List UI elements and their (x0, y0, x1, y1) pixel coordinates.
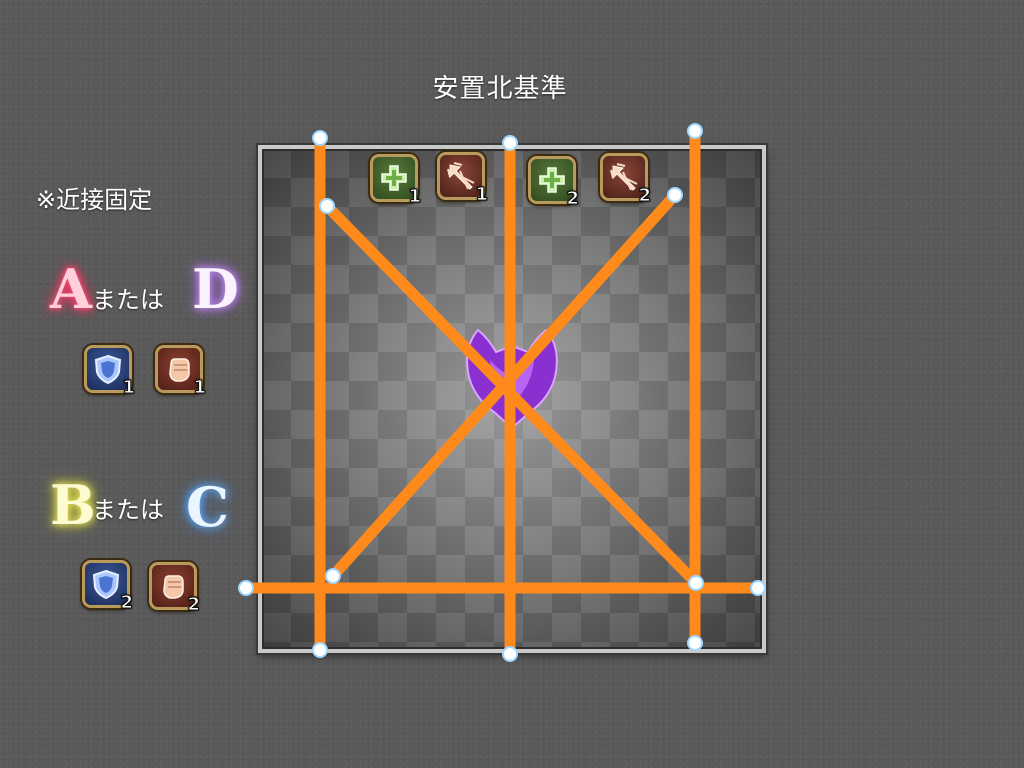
waymark-c-icon: C (186, 475, 229, 539)
line-handle[interactable] (687, 123, 703, 139)
tank-2-icon: 2 (82, 560, 133, 614)
ranged-2-icon: 2 (600, 153, 651, 207)
melee-fixed-note: ※近接固定 (36, 186, 153, 214)
healer-1-icon: 1 (370, 154, 421, 208)
healer-2-icon: 2 (528, 156, 579, 210)
arena-floor (258, 145, 766, 653)
melee-1-icon: 1 (155, 345, 206, 399)
ranged-1-icon: 1 (437, 152, 488, 206)
or-label-bc: または (92, 496, 164, 524)
waymark-a-icon: A (50, 257, 92, 321)
waymark-d-icon: D (192, 257, 239, 321)
or-label-ad: または (92, 286, 164, 314)
line-handle[interactable] (238, 580, 254, 596)
waymark-b-icon: B (50, 473, 96, 537)
page-title: 安置北基準 (432, 74, 568, 104)
line-handle[interactable] (312, 130, 328, 146)
melee-2-icon: 2 (149, 562, 200, 616)
tank-1-icon: 1 (84, 345, 135, 399)
